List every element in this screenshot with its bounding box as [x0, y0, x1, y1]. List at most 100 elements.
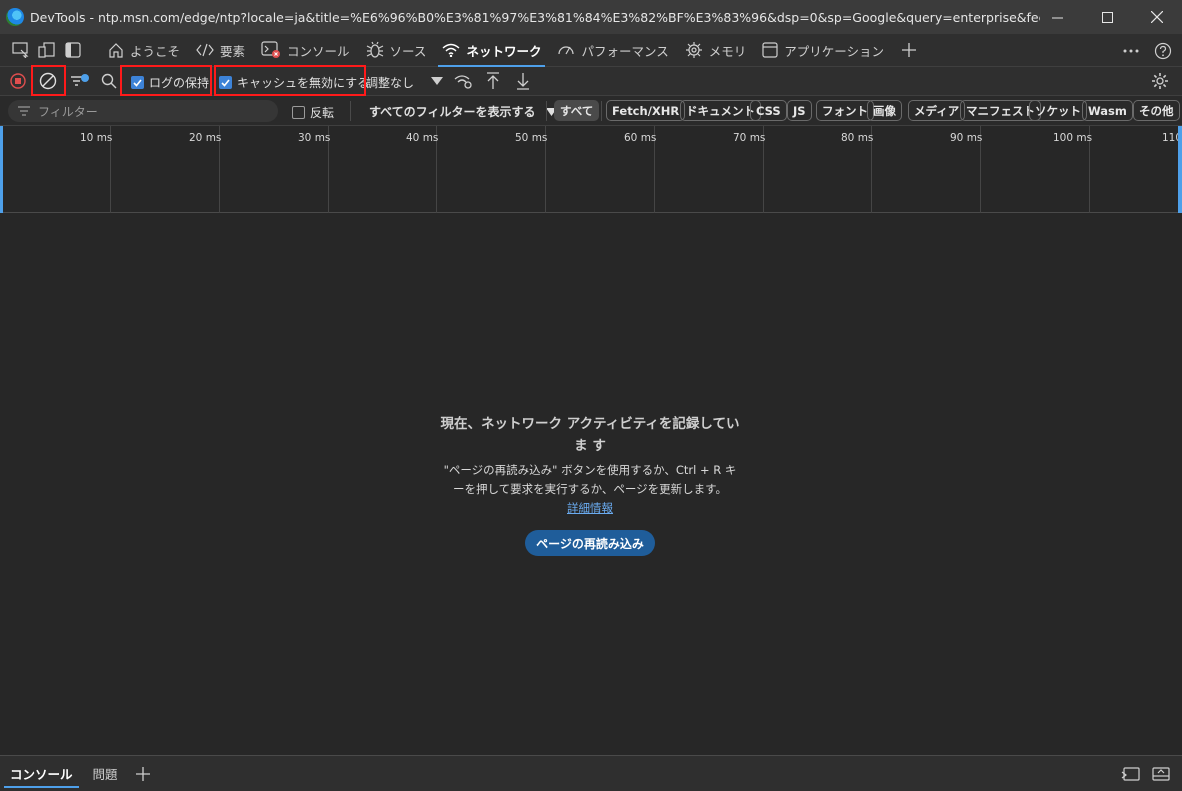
- timeline-selection-handle[interactable]: [0, 126, 3, 213]
- timeline-tick-label: 100 ms: [1053, 132, 1093, 144]
- filter-bar: フィルター 反転 すべてのフィルターを表示する すべて Fetch/XHR ドキ…: [0, 96, 1182, 126]
- filter-type-css[interactable]: CSS: [750, 100, 787, 121]
- empty-state-description: "ページの再読み込み" ボタンを使用するか、Ctrl + R キーを押して要求を…: [443, 463, 737, 496]
- title-bar: DevTools - ntp.msn.com/edge/ntp?locale=j…: [0, 0, 1182, 34]
- tab-network-label: ネットワーク: [466, 43, 542, 59]
- reload-page-button[interactable]: ページの再読み込み: [525, 530, 655, 556]
- minimize-button[interactable]: [1032, 0, 1082, 34]
- timeline-tick-label: 70 ms: [733, 132, 766, 144]
- dock-toggle-button[interactable]: [60, 37, 86, 63]
- tabbar-right-tools: [1118, 34, 1176, 67]
- timeline-tick-label: 50 ms: [515, 132, 548, 144]
- tab-sources[interactable]: ソース: [358, 34, 435, 67]
- filter-type-media[interactable]: メディア: [908, 100, 966, 121]
- filter-toggle-button[interactable]: [67, 68, 93, 94]
- record-button[interactable]: [5, 68, 31, 94]
- plus-icon: [902, 43, 916, 57]
- tab-network[interactable]: ネットワーク: [434, 34, 549, 67]
- checkbox-unchecked-icon: [292, 106, 305, 119]
- tab-welcome[interactable]: ようこそ: [100, 34, 188, 67]
- bug-icon: [366, 41, 383, 58]
- drawer-tab-bar: コンソール 問題: [0, 755, 1182, 791]
- network-overview-timeline[interactable]: 10 ms 20 ms 30 ms 40 ms 50 ms 60 ms 70 m…: [0, 126, 1182, 213]
- tab-elements[interactable]: 要素: [188, 34, 253, 67]
- tab-memory[interactable]: メモリ: [677, 34, 755, 67]
- help-button[interactable]: [1150, 38, 1176, 64]
- customize-menu-button[interactable]: [1118, 38, 1144, 64]
- filter-type-socket[interactable]: ソケット: [1029, 100, 1087, 121]
- tab-performance[interactable]: パフォーマンス: [549, 34, 676, 67]
- search-button[interactable]: [96, 68, 122, 94]
- filter-icon: [18, 106, 30, 116]
- console-icon: [261, 41, 281, 58]
- device-emulation-button[interactable]: [34, 37, 60, 63]
- timeline-tick-label: 20 ms: [189, 132, 222, 144]
- home-icon: [109, 43, 123, 58]
- filter-type-image[interactable]: 画像: [867, 100, 902, 121]
- search-icon: [101, 73, 117, 89]
- inspect-element-button[interactable]: [8, 37, 34, 63]
- tab-performance-label: パフォーマンス: [581, 43, 669, 59]
- filter-type-font[interactable]: フォント: [816, 100, 874, 121]
- show-all-filters-label: すべてのフィルターを表示する: [369, 105, 536, 119]
- tab-elements-label: 要素: [220, 43, 246, 59]
- filter-settings-icon: [71, 74, 89, 86]
- filter-type-wasm[interactable]: Wasm: [1082, 100, 1133, 121]
- maximize-button[interactable]: [1082, 0, 1132, 34]
- throttling-select[interactable]: 調整なし: [366, 74, 414, 91]
- drawer-dock-button[interactable]: [1118, 761, 1144, 787]
- maximize-icon: [1101, 11, 1113, 23]
- filter-divider: [350, 101, 351, 121]
- edge-logo-icon: [6, 8, 24, 26]
- throttling-dropdown-button[interactable]: [424, 68, 450, 94]
- import-har-button[interactable]: [480, 68, 506, 94]
- drawer-tab-console[interactable]: コンソール: [0, 756, 83, 791]
- close-button[interactable]: [1132, 0, 1182, 34]
- throttling-value: 調整なし: [366, 76, 415, 90]
- help-icon: [1154, 42, 1172, 59]
- tab-memory-label: メモリ: [708, 43, 747, 59]
- timeline-tick-label: 10 ms: [80, 132, 113, 144]
- filter-type-fetch-xhr[interactable]: Fetch/XHR: [606, 100, 686, 121]
- filter-input[interactable]: フィルター: [8, 100, 278, 122]
- more-tools-button[interactable]: [896, 37, 922, 63]
- clear-button-highlight: [31, 65, 66, 96]
- tab-application-label: アプリケーション: [784, 43, 884, 59]
- invert-checkbox[interactable]: 反転: [292, 104, 334, 121]
- wifi-icon: [442, 43, 460, 57]
- sidebar-icon: [65, 42, 81, 58]
- filter-type-document[interactable]: ドキュメント: [680, 100, 761, 121]
- drawer-tab-issues[interactable]: 問題: [83, 756, 128, 791]
- preserve-log-highlight: [120, 65, 212, 96]
- show-all-filters-button[interactable]: すべてのフィルターを表示する: [369, 103, 558, 120]
- tabbar-left-tools: [8, 37, 86, 63]
- filter-type-all[interactable]: すべて: [554, 100, 600, 121]
- download-icon: [517, 73, 529, 90]
- plus-icon: [135, 766, 150, 781]
- network-settings-button[interactable]: [1147, 68, 1173, 94]
- inspect-icon: [12, 42, 29, 58]
- minimize-icon: [1051, 17, 1063, 18]
- network-conditions-button[interactable]: [451, 68, 477, 94]
- app-icon: [762, 42, 778, 58]
- export-har-button[interactable]: [510, 68, 536, 94]
- code-icon: [196, 43, 214, 57]
- tab-sources-label: ソース: [389, 43, 427, 59]
- drawer-toggle-icon: [1152, 767, 1170, 781]
- filter-type-js[interactable]: JS: [787, 100, 812, 121]
- upload-icon: [487, 72, 499, 89]
- panel-tab-bar: ようこそ 要素 コンソール ソース ネットワーク パフォーマンス メモリ アプリ…: [0, 34, 1182, 67]
- empty-state: 現在、ネットワーク アクティビティを記録していま す "ページの再読み込み" ボ…: [440, 413, 740, 556]
- tab-application[interactable]: アプリケーション: [754, 34, 892, 67]
- drawer-add-tab-button[interactable]: [130, 761, 156, 787]
- more-icon: [1123, 49, 1139, 52]
- filter-type-other[interactable]: その他: [1133, 100, 1180, 121]
- tab-console[interactable]: コンソール: [253, 34, 358, 67]
- learn-more-link[interactable]: 詳細情報: [440, 499, 740, 518]
- record-stop-icon: [10, 73, 26, 89]
- timeline-tick-label: 80 ms: [841, 132, 874, 144]
- timeline-tick-label: 30 ms: [298, 132, 331, 144]
- timeline-tick-label: 90 ms: [950, 132, 983, 144]
- drawer-collapse-button[interactable]: [1148, 761, 1174, 787]
- timeline-selection-handle-right[interactable]: [1178, 126, 1182, 213]
